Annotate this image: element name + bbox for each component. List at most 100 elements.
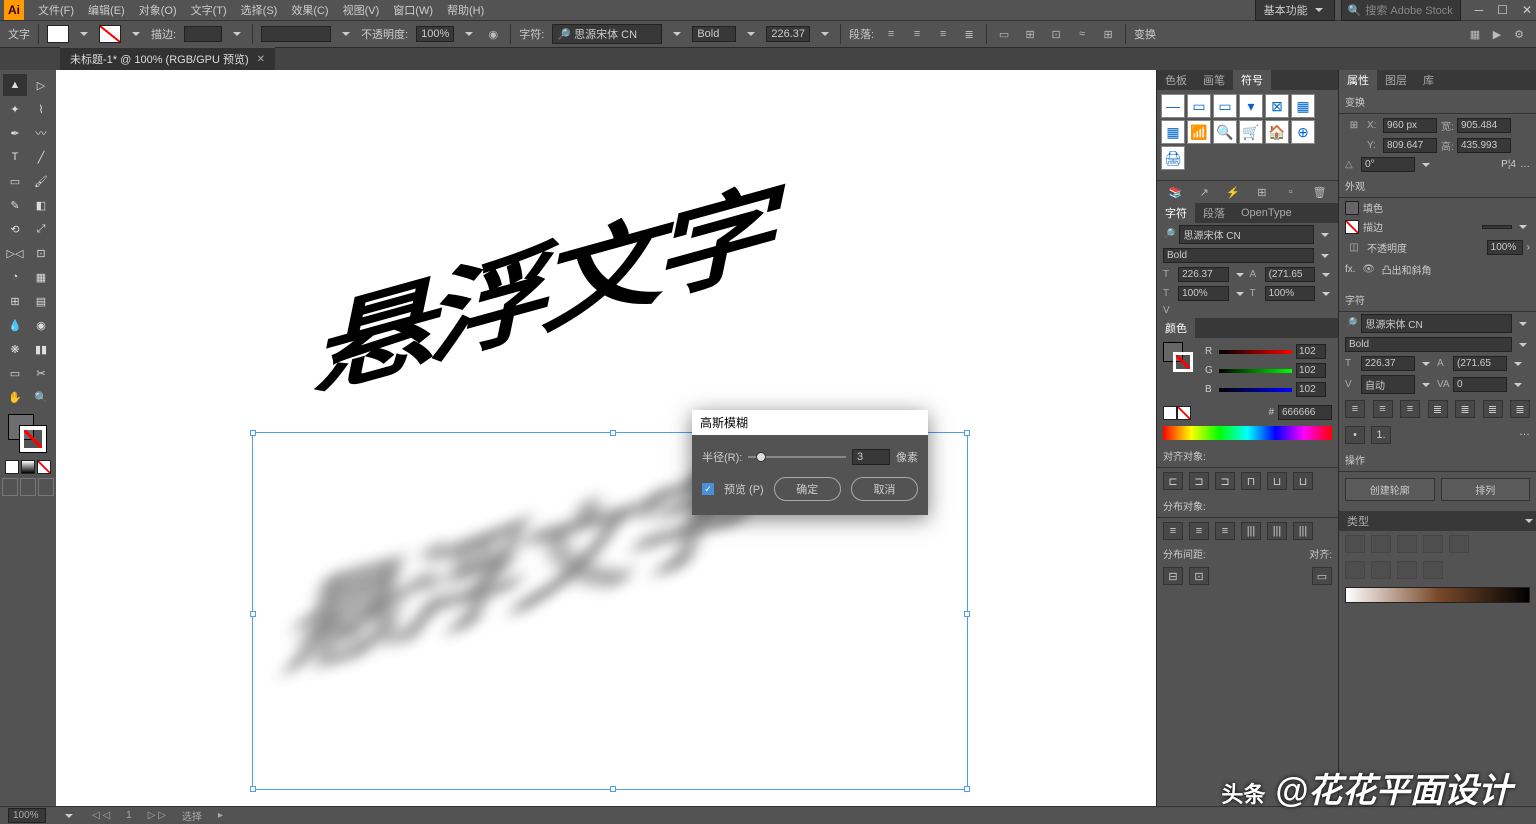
eraser-tool[interactable]: ◧ (29, 194, 53, 216)
rect-tool[interactable]: ▭ (3, 170, 27, 192)
draw-behind[interactable] (20, 478, 36, 496)
stroke-w-input[interactable] (1482, 225, 1512, 229)
zoom-tool[interactable]: 🔍 (29, 386, 53, 408)
place-icon[interactable]: ↗ (1195, 183, 1213, 201)
mesh-tool[interactable]: ⊞ (3, 290, 27, 312)
tab-close-icon[interactable]: ✕ (257, 54, 265, 65)
dist-v-top[interactable]: ≡ (1163, 522, 1183, 540)
bullets-icon[interactable]: • (1345, 426, 1365, 444)
magic-wand-tool[interactable]: ✦ (3, 98, 27, 120)
break-icon[interactable]: ⚡ (1224, 183, 1242, 201)
draw-inside[interactable] (38, 478, 54, 496)
opacity-input2[interactable]: 100% (1487, 240, 1523, 255)
p-align-l[interactable]: ≡ (1345, 400, 1365, 418)
line-tool[interactable]: ╱ (29, 146, 53, 168)
fx-item[interactable]: 凸出和斜角 (1382, 262, 1432, 277)
color-b-input[interactable]: 102 (1296, 382, 1326, 397)
symbol-item[interactable]: ▦ (1291, 94, 1315, 118)
align-right-icon[interactable]: ≡ (934, 25, 952, 43)
brush-tool[interactable]: 🖌 (29, 170, 53, 192)
align-h-center[interactable]: ⊐ (1189, 472, 1209, 490)
eyedropper-tool[interactable]: 💧 (3, 314, 27, 336)
spacing-input[interactable] (1215, 567, 1251, 585)
stroke-swatch[interactable] (99, 25, 121, 43)
tab-brushes[interactable]: 画笔 (1195, 70, 1233, 90)
p-just-r[interactable]: ≣ (1483, 400, 1503, 418)
p-just-l[interactable]: ≣ (1428, 400, 1448, 418)
tab-opentype[interactable]: OpenType (1233, 203, 1300, 223)
zoom-input[interactable]: 100% (8, 808, 46, 823)
ok-button[interactable]: 确定 (774, 477, 841, 501)
graph-tool[interactable]: ▮▮ (29, 338, 53, 360)
align-v-bottom[interactable]: ⊔ (1293, 472, 1313, 490)
color-mode-gradient[interactable] (21, 460, 35, 474)
char2-track-input[interactable]: 0 (1453, 377, 1507, 392)
align-left-icon[interactable]: ≡ (882, 25, 900, 43)
lasso-tool[interactable]: ⌇ (29, 98, 53, 120)
hand-tool[interactable]: ✋ (3, 386, 27, 408)
dist-v-bot[interactable]: ≡ (1215, 522, 1235, 540)
align-to-target[interactable]: ▭ (1312, 567, 1332, 585)
char2-font-input[interactable]: 思源宋体 CN (1361, 314, 1512, 333)
symbol-item[interactable]: 🔍 (1213, 120, 1237, 144)
pen-tool[interactable]: ✒ (3, 122, 27, 144)
stroke-weight-input[interactable] (184, 26, 222, 42)
align-h-left[interactable]: ⊏ (1163, 472, 1183, 490)
perspective-tool[interactable]: ▦ (29, 266, 53, 288)
search-stock-input[interactable]: 🔍 搜索 Adobe Stock (1341, 0, 1461, 21)
dist-h-left[interactable]: ||| (1241, 522, 1261, 540)
menu-edit[interactable]: 编辑(E) (82, 0, 131, 20)
options-icon[interactable]: ⊞ (1253, 183, 1271, 201)
symbol-item[interactable]: 🛒 (1239, 120, 1263, 144)
transform-icon[interactable]: ⊞ (1099, 25, 1117, 43)
cancel-button[interactable]: 取消 (851, 477, 918, 501)
char-hscale-input[interactable]: 100% (1265, 286, 1315, 301)
lib-icon[interactable]: 📚 (1166, 183, 1184, 201)
dist-space-v[interactable]: ⊟ (1163, 567, 1183, 585)
gradient-tool[interactable]: ▤ (29, 290, 53, 312)
arrange-button[interactable]: 排列 (1441, 478, 1531, 501)
symbol-item[interactable]: ▾ (1239, 94, 1263, 118)
artboard-tool[interactable]: ▭ (3, 362, 27, 384)
shape-builder-tool[interactable]: ◔ (3, 266, 27, 288)
tab-libraries[interactable]: 库 (1415, 70, 1442, 90)
y-input[interactable]: 809.647 (1383, 138, 1437, 153)
menu-effect[interactable]: 效果(C) (285, 0, 334, 20)
color-hex-input[interactable]: 666666 (1278, 405, 1332, 420)
dist-h-mid[interactable]: ||| (1267, 522, 1287, 540)
align-center-icon[interactable]: ≡ (908, 25, 926, 43)
minimize-icon[interactable]: ─ (1475, 3, 1484, 17)
color-spectrum[interactable] (1163, 426, 1332, 440)
gradient-preview[interactable] (1345, 587, 1530, 603)
color-r-input[interactable]: 102 (1296, 344, 1326, 359)
align-v-middle[interactable]: ⊔ (1267, 472, 1287, 490)
menu-select[interactable]: 选择(S) (235, 0, 284, 20)
symbol-item[interactable]: 🖨 (1161, 146, 1185, 170)
draw-normal[interactable] (2, 478, 18, 496)
symbol-item[interactable]: 🏠 (1265, 120, 1289, 144)
x-input[interactable]: 960 px (1383, 118, 1437, 133)
dist-h-right[interactable]: ||| (1293, 522, 1313, 540)
make-envelope-icon[interactable]: ▭ (995, 25, 1013, 43)
numbers-icon[interactable]: 1. (1371, 426, 1391, 444)
h-input[interactable]: 435.993 (1457, 138, 1511, 153)
symbol-item[interactable]: ▦ (1161, 120, 1185, 144)
p-align-c[interactable]: ≡ (1373, 400, 1393, 418)
artboard-nav[interactable]: 1 (126, 810, 132, 821)
p-just-c[interactable]: ≣ (1455, 400, 1475, 418)
dist-space-h[interactable]: ⊡ (1189, 567, 1209, 585)
char-vscale-input[interactable]: 100% (1178, 286, 1228, 301)
symbol-spray-tool[interactable]: ❋ (3, 338, 27, 360)
blend-tool[interactable]: ◉ (29, 314, 53, 336)
p-just-all[interactable]: ≣ (1510, 400, 1530, 418)
radius-input[interactable]: 3 (852, 449, 890, 465)
maximize-icon[interactable]: ☐ (1497, 3, 1508, 17)
new-icon[interactable]: ▫ (1282, 183, 1300, 201)
width-tool[interactable]: ▷◁ (3, 242, 27, 264)
rotate-tool[interactable]: ⟲ (3, 218, 27, 240)
preview-checkbox[interactable]: ✓ (702, 483, 714, 495)
radius-slider[interactable] (748, 456, 846, 458)
fill-stroke-indicator[interactable] (8, 414, 48, 454)
color-g-input[interactable]: 102 (1296, 363, 1326, 378)
char2-size-input[interactable]: 226.37 (1361, 356, 1415, 371)
